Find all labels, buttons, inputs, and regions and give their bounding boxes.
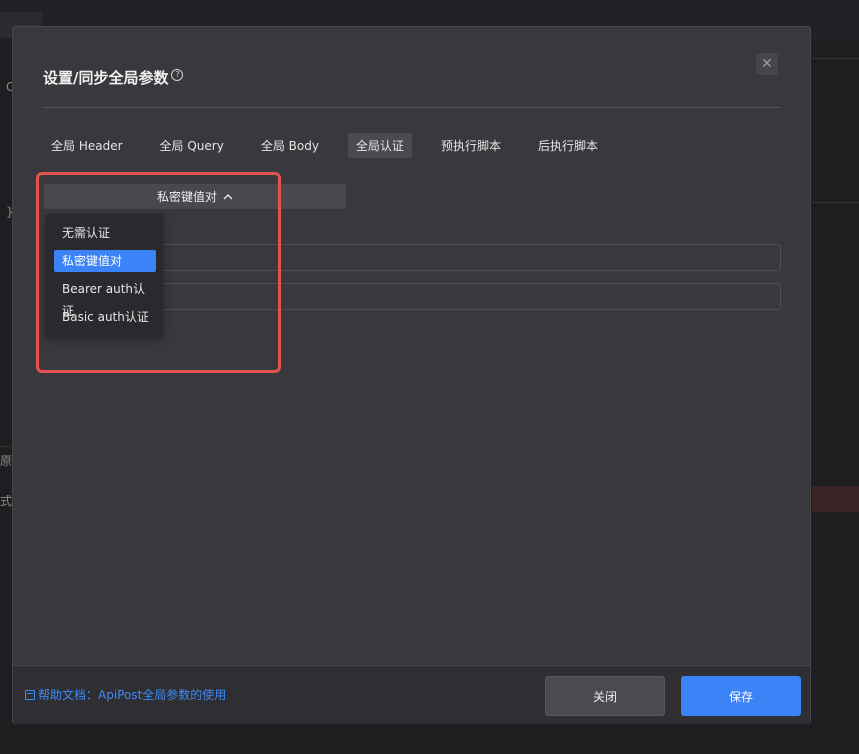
help-doc-link[interactable]: 帮助文档：ApiPost全局参数的使用 [25,686,226,703]
title-divider [43,107,780,108]
modal-title-text: 设置/同步全局参数 [43,69,169,87]
help-circle-icon[interactable]: ? [171,68,184,81]
annotation-highlight-box [36,172,281,373]
modal-title: 设置/同步全局参数 ? [43,67,184,88]
modal-footer: 帮助文档：ApiPost全局参数的使用 关闭 保存 [13,665,810,724]
close-button[interactable]: 关闭 [545,676,665,716]
tab-global-body[interactable]: 全局 Body [253,133,327,158]
tab-global-query[interactable]: 全局 Query [152,133,232,158]
tab-post-script[interactable]: 后执行脚本 [530,133,606,158]
param-tabs: 全局 Header 全局 Query 全局 Body 全局认证 预执行脚本 后执… [43,133,627,158]
close-icon[interactable]: ✕ [756,53,778,75]
bg-divider [812,202,859,203]
tab-global-header[interactable]: 全局 Header [43,133,131,158]
save-button[interactable]: 保存 [681,676,801,716]
bg-divider [0,446,12,447]
tab-pre-script[interactable]: 预执行脚本 [433,133,509,158]
tab-global-auth[interactable]: 全局认证 [347,133,412,158]
doc-icon [25,689,35,700]
bg-divider [812,58,859,59]
bg-error-strip [812,486,859,512]
global-params-modal: 设置/同步全局参数 ? ✕ 全局 Header 全局 Query 全局 Body… [12,26,811,724]
help-doc-link-text: 帮助文档：ApiPost全局参数的使用 [38,688,227,702]
